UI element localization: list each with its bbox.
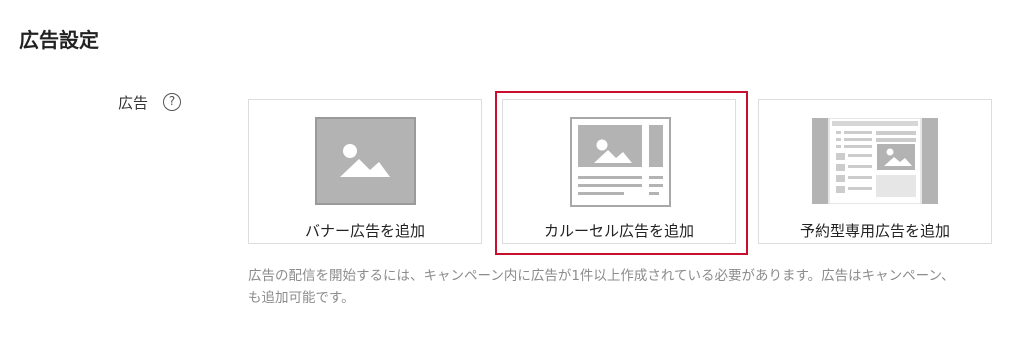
help-icon[interactable]: ? bbox=[163, 93, 181, 111]
add-banner-ad-label: バナー広告を追加 bbox=[304, 222, 425, 240]
reserved-layout-icon bbox=[812, 118, 938, 204]
ads-field-label: 広告 bbox=[118, 94, 149, 112]
add-carousel-ad-label: カルーセル広告を追加 bbox=[543, 222, 694, 240]
carousel-layout-icon bbox=[570, 117, 671, 207]
ad-settings-page: 広告設定 広告 ? バナー広告を追加 カルーセル広告を追加 予約型専用広告を追加… bbox=[0, 0, 1036, 339]
add-carousel-ad-card[interactable]: カルーセル広告を追加 bbox=[502, 99, 736, 244]
add-reserved-ad-label: 予約型専用広告を追加 bbox=[799, 222, 950, 240]
image-placeholder-icon bbox=[315, 117, 416, 205]
add-banner-ad-card[interactable]: バナー広告を追加 bbox=[248, 99, 482, 244]
ad-requirement-note: 広告の配信を開始するには、キャンペーン内に広告が1件以上作成されている必要があり… bbox=[248, 265, 1036, 309]
section-title: 広告設定 bbox=[19, 28, 99, 52]
note-line-1: 広告の配信を開始するには、キャンペーン内に広告が1件以上作成されている必要があり… bbox=[248, 268, 955, 284]
add-reserved-ad-card[interactable]: 予約型専用広告を追加 bbox=[758, 99, 992, 244]
note-line-2: も追加可能です。 bbox=[248, 290, 355, 306]
